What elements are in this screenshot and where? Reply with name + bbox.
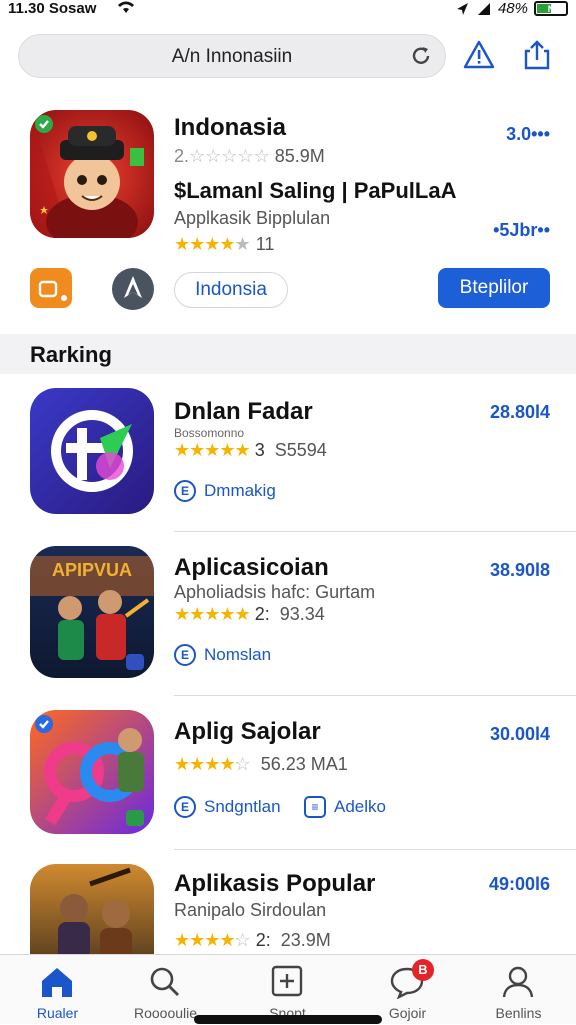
wifi-icon — [118, 1, 134, 13]
tab-bar: Rualer Rooooulie Snopt B Gojoir Benlins — [0, 954, 576, 1024]
home-indicator[interactable] — [194, 1015, 382, 1024]
app-rating: ★★★★★ 3 S5594 — [174, 440, 327, 460]
search-icon — [150, 967, 179, 996]
featured-app-icon[interactable] — [30, 110, 154, 238]
share-icon[interactable] — [520, 38, 554, 72]
featured-rating: 2.☆☆☆☆☆ 85.9M — [174, 146, 325, 166]
home-icon — [42, 968, 72, 997]
status-bar: 11.30 Sosaw 48% N — [0, 0, 576, 22]
app-icon[interactable] — [30, 864, 154, 954]
featured-subtitle: Applkasik Bipplulan — [174, 208, 331, 228]
plus-square-icon — [271, 965, 303, 997]
app-subtitle: Apholiadsis hafc: Gurtam — [174, 582, 376, 602]
app-rating: ★★★★☆ 2: 23.9M — [174, 930, 331, 950]
battery-percent: 48% — [497, 0, 528, 17]
alert-icon[interactable] — [462, 38, 496, 72]
app-title: Aplig Sajolar — [174, 718, 321, 745]
search-input[interactable]: A/n Innonasiin — [19, 46, 445, 68]
featured-get-button[interactable]: Bteplilor — [438, 268, 550, 308]
list-item[interactable]: Aplikasis Popular Ranipalo Sirdoulan ★★★… — [0, 850, 576, 954]
app-icon[interactable]: APIPVUA — [30, 546, 154, 678]
list-item[interactable]: APIPVUA Aplicasicoian Apholiadsis hafc: … — [0, 532, 576, 687]
signal-icon — [477, 2, 490, 15]
app-rating: ★★★★☆ 56.23 MA1 — [174, 754, 348, 774]
app-icon[interactable] — [30, 710, 154, 834]
featured-title: Indonasia — [174, 114, 287, 141]
app-title: Aplicasicoian — [174, 554, 329, 581]
app-title: Aplikasis Popular — [174, 870, 376, 897]
orange-app-icon[interactable] — [30, 268, 72, 308]
tab-home[interactable]: Rualer — [0, 955, 115, 1025]
battery-icon: N — [534, 1, 568, 16]
app-price[interactable]: 49:00l6 — [489, 874, 550, 895]
section-title: Rarking — [30, 342, 112, 367]
app-tag[interactable]: E Nomslan — [174, 644, 271, 666]
refresh-icon[interactable] — [409, 44, 433, 68]
app-price[interactable]: 38.90l8 — [490, 560, 550, 581]
featured-price-secondary[interactable]: •5Jbr•• — [493, 220, 550, 241]
circle-icon: E — [174, 644, 196, 666]
app-subtitle: Bossomonno — [174, 426, 245, 440]
circle-icon: E — [174, 480, 196, 502]
app-rating: ★★★★★ 2: 93.34 — [174, 604, 325, 624]
square-icon: ≡ — [304, 796, 326, 818]
app-icon[interactable] — [30, 388, 154, 514]
featured-card[interactable]: Indonasia 2.☆☆☆☆☆ 85.9M $Lamanl Saling |… — [0, 96, 576, 332]
app-price[interactable]: 30.00l4 — [490, 724, 550, 745]
tab-profile[interactable]: Benlins — [461, 955, 576, 1025]
app-subtitle: Ranipalo Sirdoulan — [174, 900, 327, 920]
ranking-section-header: Rarking — [0, 334, 576, 374]
person-icon — [502, 966, 534, 998]
circle-icon: E — [174, 796, 196, 818]
list-item[interactable]: Dnlan Fadar Bossomonno ★★★★★ 3 S5594 28.… — [0, 376, 576, 531]
featured-category-pill[interactable]: Indonsia — [174, 272, 288, 308]
status-time: 11.30 Sosaw — [8, 0, 97, 17]
featured-stars: ★★★★★ 11 — [174, 234, 275, 254]
app-tag[interactable]: E Dmmakig — [174, 480, 276, 502]
svg-text:APIPVUA: APIPVUA — [52, 560, 132, 580]
list-item[interactable]: Aplig Sajolar ★★★★☆ 56.23 MA1 30.00l4 ES… — [0, 696, 576, 851]
vpn-app-icon[interactable] — [112, 268, 154, 310]
notification-badge: B — [412, 959, 434, 981]
app-tag[interactable]: ≡ Adelko — [304, 796, 386, 818]
featured-headline: $Lamanl Saling | PaPulLaA — [174, 178, 457, 203]
app-tag[interactable]: E Sndgntlan — [174, 796, 281, 818]
featured-price[interactable]: 3.0••• — [506, 124, 550, 145]
app-price[interactable]: 28.80l4 — [490, 402, 550, 423]
app-title: Dnlan Fadar — [174, 398, 313, 425]
search-bar[interactable]: A/n Innonasiin — [18, 34, 446, 78]
location-icon — [456, 2, 468, 15]
